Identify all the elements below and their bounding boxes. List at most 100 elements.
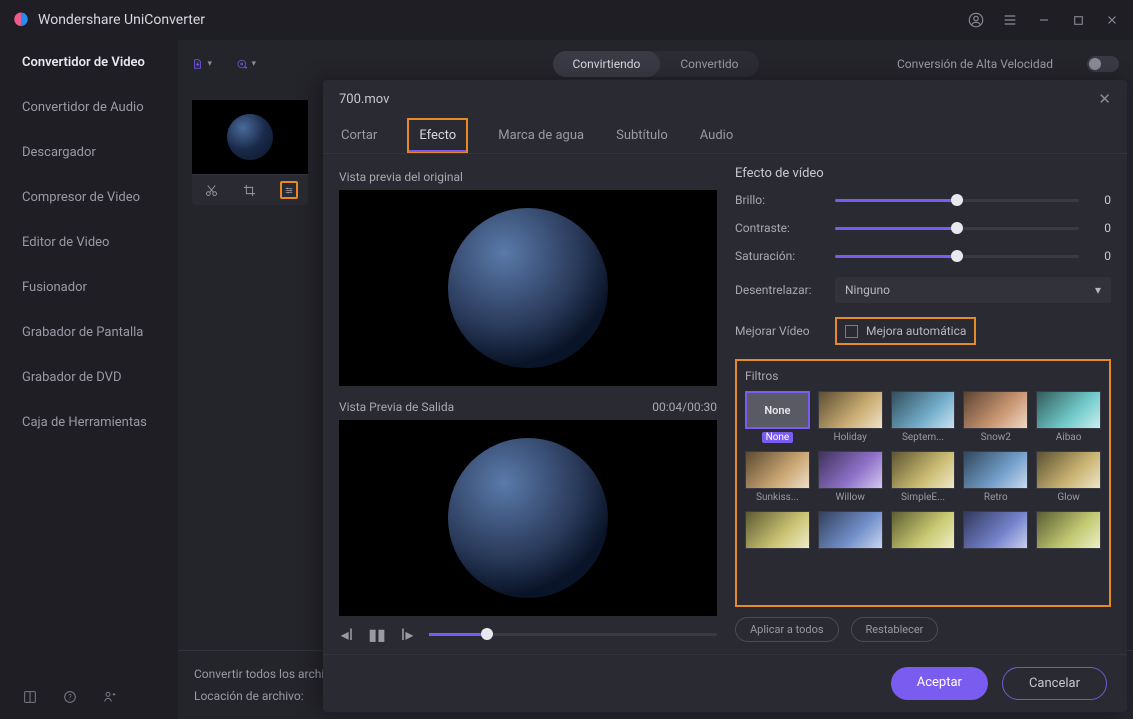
sidebar-item-toolbox[interactable]: Caja de Herramientas <box>0 400 178 445</box>
filter-name-label: Aibao <box>1056 432 1082 443</box>
brightness-slider[interactable] <box>835 199 1079 202</box>
filter-thumb[interactable] <box>963 391 1028 429</box>
deinterlace-select[interactable]: Ninguno ▾ <box>835 277 1111 303</box>
brightness-label: Brillo: <box>735 193 823 207</box>
sidebar-item-compressor[interactable]: Compresor de Video <box>0 175 178 220</box>
close-icon[interactable] <box>1103 11 1121 29</box>
auto-enhance-checkbox[interactable] <box>845 325 858 338</box>
logo-icon <box>12 11 30 29</box>
maximize-icon[interactable] <box>1069 11 1087 29</box>
effects-icon[interactable] <box>280 181 298 199</box>
filter-cell: Aibao <box>1036 391 1101 443</box>
filter-cell: None None <box>745 391 810 443</box>
sidebar-item-editor[interactable]: Editor de Video <box>0 220 178 265</box>
filter-thumb[interactable] <box>818 511 883 549</box>
sidebar-item-merger[interactable]: Fusionador <box>0 265 178 310</box>
filter-cell: SimpleE... <box>891 451 956 503</box>
minimize-icon[interactable] <box>1035 11 1053 29</box>
tab-subtitulo[interactable]: Subtítulo <box>614 118 670 153</box>
next-frame-icon[interactable]: Ⅰ▸ <box>399 626 415 642</box>
status-toggle: Convirtiendo Convertido <box>552 51 758 77</box>
cancel-button[interactable]: Cancelar <box>1002 667 1107 700</box>
cut-icon[interactable] <box>202 181 220 199</box>
tab-audio[interactable]: Audio <box>698 118 735 153</box>
high-speed-switch[interactable] <box>1087 56 1119 72</box>
filter-thumb[interactable] <box>891 511 956 549</box>
tab-marca[interactable]: Marca de agua <box>496 118 586 153</box>
deinterlace-label: Desentrelazar: <box>735 283 823 297</box>
sidebar-footer: ? <box>0 675 178 719</box>
modal-close-icon[interactable]: ✕ <box>1098 90 1111 108</box>
filter-thumb[interactable] <box>963 511 1028 549</box>
help-icon[interactable]: ? <box>62 689 78 705</box>
toggle-converted[interactable]: Convertido <box>660 51 758 77</box>
toggle-converting[interactable]: Convirtiendo <box>552 51 660 77</box>
chevron-down-icon: ▾ <box>1095 283 1101 297</box>
deinterlace-row: Desentrelazar: Ninguno ▾ <box>735 277 1111 303</box>
book-icon[interactable] <box>22 689 38 705</box>
filter-thumb[interactable] <box>745 451 810 489</box>
filter-cell <box>963 511 1028 549</box>
transport-controls: ◂Ⅰ ▮▮ Ⅰ▸ <box>339 626 717 642</box>
seek-slider[interactable] <box>429 633 717 636</box>
preview-column: Vista previa del original Vista Previa d… <box>339 166 717 642</box>
saturation-slider[interactable] <box>835 255 1079 258</box>
filter-thumb[interactable] <box>963 451 1028 489</box>
pause-icon[interactable]: ▮▮ <box>369 626 385 642</box>
filter-thumb[interactable] <box>1036 511 1101 549</box>
reset-button[interactable]: Restablecer <box>851 617 939 642</box>
sidebar-item-dvd-burner[interactable]: Grabador de DVD <box>0 355 178 400</box>
modal-header: 700.mov ✕ <box>323 80 1127 118</box>
filter-name-label: Sunkiss... <box>756 492 799 503</box>
prev-frame-icon[interactable]: ◂Ⅰ <box>339 626 355 642</box>
sidebar-item-audio-converter[interactable]: Convertidor de Audio <box>0 85 178 130</box>
filter-cell <box>1036 511 1101 549</box>
deinterlace-value: Ninguno <box>845 283 890 297</box>
filter-thumb[interactable]: None <box>745 391 810 429</box>
filter-thumb[interactable] <box>891 451 956 489</box>
filter-cell <box>891 511 956 549</box>
saturation-value: 0 <box>1091 249 1111 263</box>
filter-thumb[interactable] <box>818 451 883 489</box>
filter-thumb[interactable] <box>891 391 956 429</box>
filter-thumb[interactable] <box>1036 451 1101 489</box>
accept-button[interactable]: Aceptar <box>891 667 988 700</box>
app-title: Wondershare UniConverter <box>38 12 205 28</box>
sidebar: Convertidor de Video Convertidor de Audi… <box>0 40 178 719</box>
contrast-slider[interactable] <box>835 227 1079 230</box>
add-dvd-icon[interactable]: ▾ <box>236 54 256 74</box>
apply-all-button[interactable]: Aplicar a todos <box>735 617 839 642</box>
filter-name-label: Snow2 <box>981 432 1011 443</box>
menu-icon[interactable] <box>1001 11 1019 29</box>
filter-thumb[interactable] <box>818 391 883 429</box>
filter-name-label: Willow <box>836 492 865 503</box>
preview-output <box>339 420 717 616</box>
account-icon[interactable] <box>967 11 985 29</box>
saturation-row: Saturación: 0 <box>735 249 1111 263</box>
filter-cell: Snow2 <box>963 391 1028 443</box>
filter-cell <box>745 511 810 549</box>
enhance-label: Mejorar Vídeo <box>735 324 823 338</box>
contact-icon[interactable] <box>102 689 118 705</box>
saturation-label: Saturación: <box>735 249 823 263</box>
filter-thumb[interactable] <box>1036 391 1101 429</box>
sidebar-item-video-converter[interactable]: Convertidor de Video <box>0 40 178 85</box>
filter-name-label: Glow <box>1057 492 1079 503</box>
tab-cortar[interactable]: Cortar <box>339 118 379 153</box>
tab-efecto[interactable]: Efecto <box>407 118 468 153</box>
crop-icon[interactable] <box>241 181 259 199</box>
controls-column: Efecto de vídeo Brillo: 0 Contraste: 0 S… <box>735 166 1111 642</box>
sidebar-item-screen-recorder[interactable]: Grabador de Pantalla <box>0 310 178 355</box>
svg-text:?: ? <box>68 693 72 702</box>
preview-original <box>339 190 717 386</box>
filter-cell: Retro <box>963 451 1028 503</box>
add-file-icon[interactable]: ▾ <box>192 54 212 74</box>
sidebar-item-downloader[interactable]: Descargador <box>0 130 178 175</box>
filter-name-label: None <box>762 432 794 443</box>
file-thumbnail-card[interactable] <box>192 100 308 205</box>
contrast-label: Contraste: <box>735 221 823 235</box>
brightness-value: 0 <box>1091 193 1111 207</box>
brightness-row: Brillo: 0 <box>735 193 1111 207</box>
filter-thumb[interactable] <box>745 511 810 549</box>
filter-cell: Sunkiss... <box>745 451 810 503</box>
